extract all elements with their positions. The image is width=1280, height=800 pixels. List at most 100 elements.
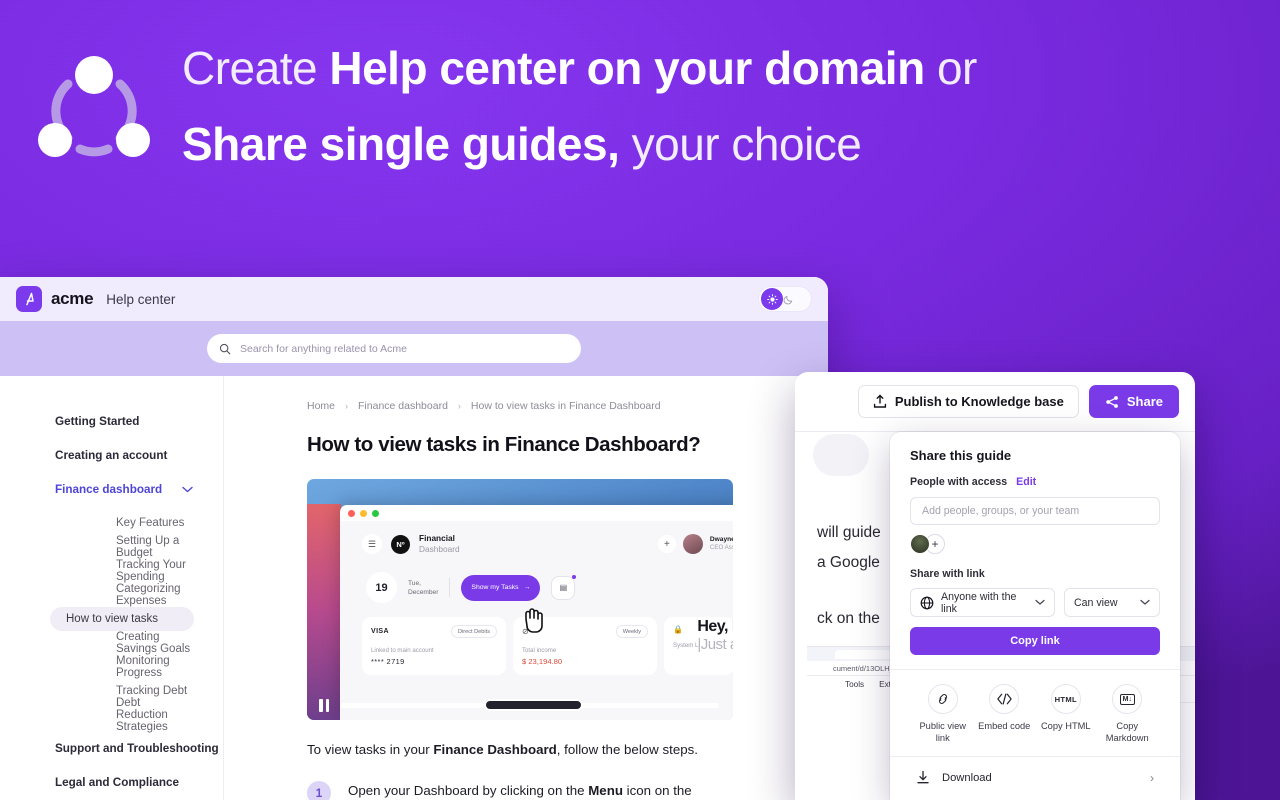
avatar — [682, 534, 703, 555]
people-with-access-label: People with access — [910, 476, 1008, 488]
avatar[interactable] — [910, 534, 930, 554]
plus-icon: + — [657, 535, 676, 554]
video-date-line1: Tue, — [408, 579, 421, 587]
video-user-name: Dwayne — [709, 535, 733, 543]
breadcrumb: Home › Finance dashboard › How to view t… — [307, 400, 828, 412]
sidebar-item-tracking-your-spending[interactable]: Tracking Your Spending — [50, 559, 194, 583]
sidebar-item-monitoring-progress[interactable]: Monitoring Progress — [50, 655, 194, 679]
show-my-tasks-button: Show my Tasks → — [461, 574, 541, 601]
publish-to-knowledge-base-button[interactable]: Publish to Knowledge base — [857, 385, 1079, 418]
sidebar-item-how-to-view-tasks[interactable]: How to view tasks — [50, 607, 194, 631]
hero-headline-line-1: Create Help center on your domain or — [182, 30, 1262, 106]
share-button[interactable]: Share — [1088, 385, 1179, 418]
help-center-label: Help center — [106, 291, 176, 307]
help-center-window: acme Help center Search for anything rel… — [0, 277, 828, 800]
weekly-pill: Weekly — [615, 625, 648, 639]
sidebar-item-key-features[interactable]: Key Features — [50, 511, 194, 535]
para1-suffix: , follow the below steps. — [556, 742, 698, 757]
video-user-role: CEO Ass — [709, 544, 733, 552]
help-center-body: Getting Started Creating an account Fina… — [0, 376, 828, 800]
sidebar-item-legal-and-compliance[interactable]: Legal and Compliance — [0, 770, 223, 795]
sidebar-item-finance-dashboard[interactable]: Finance dashboard — [0, 477, 223, 502]
public-view-link-action[interactable]: Public view link — [912, 684, 974, 744]
edit-access-link[interactable]: Edit — [1016, 476, 1036, 488]
video-player[interactable]: ☰ Nº Financial Dashboard + Dwayne CEO As… — [307, 479, 733, 720]
sidebar-nav: Getting Started Creating an account Fina… — [0, 376, 224, 800]
copy-markdown-action[interactable]: M↓ Copy Markdown — [1097, 684, 1159, 744]
permission-value: Can view — [1074, 596, 1118, 609]
step-text: Open your Dashboard by clicking on the M… — [348, 783, 748, 798]
video-app-subtitle: Dashboard — [419, 544, 460, 555]
sun-icon — [761, 288, 783, 310]
download-label: Download — [942, 771, 992, 784]
divider — [449, 578, 451, 598]
help-center-topbar: acme Help center — [0, 277, 828, 321]
hero-line2-suffix: your choice — [619, 118, 862, 170]
sidebar-item-label: Finance dashboard — [55, 483, 163, 496]
card1-label: Linked to main account — [371, 647, 434, 655]
add-people-input[interactable]: Add people, groups, or your team — [910, 497, 1160, 525]
share-actions-row: Public view link Embed code HTML Copy HT… — [910, 670, 1160, 744]
para1-prefix: To view tasks in your — [307, 742, 434, 757]
hero-headline-line-2: Share single guides, your choice — [182, 106, 1262, 182]
publish-label: Publish to Knowledge base — [894, 394, 1064, 409]
hero-headline: Create Help center on your domain or Sha… — [182, 30, 1262, 182]
video-card-visa: VISA Direct Debits Linked to main accoun… — [362, 617, 506, 676]
sidebar-item-creating-savings-goals[interactable]: Creating Savings Goals — [50, 631, 194, 655]
video-app-title: Financial — [419, 533, 455, 543]
breadcrumb-separator: › — [457, 401, 461, 411]
step1-suffix: icon on the — [622, 783, 692, 798]
share-nodes-logo-icon — [38, 54, 150, 166]
markdown-icon: M↓ — [1112, 684, 1143, 714]
sidebar-item-categorizing-expenses[interactable]: Categorizing Expenses — [50, 583, 194, 607]
copy-link-button[interactable]: Copy link — [910, 627, 1160, 655]
page-title: How to view tasks in Finance Dashboard? — [307, 433, 701, 456]
download-row[interactable]: Download › — [910, 763, 1160, 792]
sidebar-item-creating-an-account[interactable]: Creating an account — [0, 443, 223, 468]
hero-line1-suffix: or — [924, 42, 977, 94]
breadcrumb-item-finance-dashboard[interactable]: Finance dashboard — [358, 400, 448, 412]
share-with-link-label: Share with link — [910, 568, 985, 580]
permission-select[interactable]: Can view — [1064, 588, 1160, 617]
sidebar-item-support-and-troubleshooting[interactable]: Support and Troubleshooting — [0, 736, 223, 761]
article-content: Home › Finance dashboard › How to view t… — [224, 376, 828, 800]
breadcrumb-item-home[interactable]: Home — [307, 400, 335, 412]
embed-code-action[interactable]: Embed code — [974, 684, 1036, 744]
card2-label: Total income — [522, 647, 557, 655]
search-input[interactable]: Search for anything related to Acme — [207, 334, 581, 363]
sidebar-item-getting-started[interactable]: Getting Started — [0, 409, 223, 434]
cursor-pointer-icon — [521, 607, 545, 635]
video-hey-line1: Hey, Need — [697, 618, 733, 635]
direct-debits-pill: Direct Debits — [450, 625, 497, 639]
people-avatars: + — [910, 534, 1160, 554]
visa-label: VISA — [371, 628, 389, 636]
video-date-line2: December — [408, 588, 439, 596]
share-label: Share — [1126, 394, 1163, 409]
video-controls[interactable] — [307, 690, 733, 720]
chevron-right-icon: › — [1150, 770, 1154, 785]
video-gradient-strip — [307, 504, 341, 720]
pause-button[interactable] — [307, 698, 341, 712]
breadcrumb-item-current: How to view tasks in Finance Dashboard — [470, 400, 661, 412]
video-scrubber-handle[interactable] — [484, 698, 583, 711]
menu-icon: ☰ — [362, 534, 382, 555]
copy-html-action[interactable]: HTML Copy HTML — [1035, 684, 1097, 744]
public-view-link-label: Public view link — [919, 721, 966, 743]
editor-toolbar: Publish to Knowledge base Share — [795, 372, 1195, 432]
link-scope-value: Anyone with the link — [941, 590, 1017, 615]
hero-line1-prefix: Create — [182, 42, 330, 94]
sidebar-item-debt-reduction-strategies[interactable]: Debt Reduction Strategies — [50, 697, 194, 733]
acme-logo-icon — [16, 286, 42, 312]
globe-icon — [920, 596, 934, 610]
theme-toggle[interactable] — [758, 286, 812, 312]
calendar-icon: ▤ — [551, 574, 577, 600]
editor-placeholder-blob — [813, 434, 869, 476]
share-on-social-row[interactable]: Share on social › — [910, 792, 1160, 800]
sidebar-item-setting-up-a-budget[interactable]: Setting Up a Budget — [50, 535, 194, 559]
link-scope-select[interactable]: Anyone with the link — [910, 588, 1055, 617]
window-traffic-lights — [340, 505, 733, 521]
browser-tab-active — [835, 649, 891, 659]
add-people-placeholder: Add people, groups, or your team — [922, 505, 1080, 517]
share-this-guide-popover: Share this guide People with access Edit… — [890, 432, 1180, 800]
video-progress-bar[interactable] — [341, 698, 719, 711]
